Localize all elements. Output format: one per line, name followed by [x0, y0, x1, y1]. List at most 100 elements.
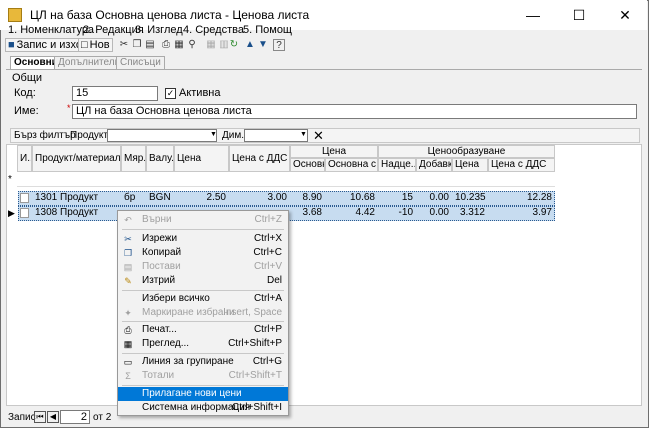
clear-filter-icon[interactable]: ✕ — [313, 128, 324, 144]
maximize-icon[interactable]: ☐ — [556, 0, 602, 30]
required-marker-icon: * — [67, 103, 71, 113]
menu-item-mark-selected[interactable]: ✦ Маркиране избрани Insert, Space — [118, 306, 288, 320]
copy-icon: ❐ — [123, 248, 133, 258]
col-header-idx[interactable]: И... — [17, 145, 32, 172]
col-header-markup[interactable]: Надце... — [378, 158, 416, 172]
menu-item-view[interactable]: 3. Изглед — [135, 24, 183, 36]
menu-item-group-line[interactable]: ▭ Линия за групиране Ctrl+G — [118, 355, 288, 369]
col-header-product[interactable]: Продукт/материал — [32, 145, 121, 172]
active-label: Активна — [179, 87, 221, 99]
section-general: Общи — [12, 72, 43, 84]
print-icon: ⎙ — [124, 325, 132, 335]
new-row-marker: * — [8, 174, 12, 185]
window-title: ЦЛ на база Основна ценова листа - Ценова… — [30, 8, 310, 22]
col-header-price[interactable]: Цена — [174, 145, 229, 172]
copy-icon[interactable]: ❐ — [131, 39, 143, 51]
cut-icon: ✂ — [124, 234, 132, 244]
menu-item-tools[interactable]: 4. Средства — [183, 24, 244, 36]
quick-filter-label: Бърз филтър — [14, 130, 76, 141]
save-icon: ■ — [8, 39, 15, 51]
col-header-base-vat[interactable]: Основна с ... — [325, 158, 378, 172]
preview-icon: ▦ — [123, 339, 133, 349]
menu-item-print[interactable]: ⎙ Печат... Ctrl+P — [118, 323, 288, 337]
product-filter-input[interactable] — [107, 129, 217, 142]
menu-item-paste[interactable]: ▤ Постави Ctrl+V — [118, 260, 288, 274]
page-input[interactable]: 2 — [60, 410, 90, 424]
sigma-icon: Σ — [125, 371, 131, 381]
paste-icon[interactable]: ▤ — [144, 39, 156, 51]
search-icon[interactable]: ⚲ — [186, 39, 198, 51]
menu-item-preview[interactable]: ▦ Преглед... Ctrl+Shift+P — [118, 337, 288, 351]
col-header-price-vat[interactable]: Цена с ДДС — [229, 145, 290, 172]
menu-item-copy[interactable]: ❐ Копирай Ctrl+C — [118, 246, 288, 260]
cell-p-vat: 12.28 — [526, 192, 552, 203]
group-line-icon: ▭ — [123, 357, 133, 367]
col-group-price: Цена — [290, 145, 378, 158]
cell-addition: 0.00 — [429, 192, 449, 203]
tab-lists[interactable]: Списъци — [116, 56, 165, 70]
name-label: Име: — [14, 105, 39, 117]
current-row-arrow-icon: ▶ — [8, 208, 15, 218]
close-icon[interactable]: ✕ — [602, 0, 648, 30]
cell-price-vat: 3.00 — [267, 192, 287, 203]
col-header-currency[interactable]: Валу... — [146, 145, 174, 172]
menu-item-nomenclature[interactable]: 1. Номенклатура — [8, 24, 94, 36]
first-record-icon[interactable]: ⏮ — [34, 411, 46, 423]
document-icon — [20, 193, 29, 203]
name-input[interactable]: ЦЛ на база Основна ценова листа — [72, 104, 637, 119]
arrow-down-icon[interactable]: ▼ — [257, 39, 269, 51]
new-row-divider — [17, 186, 555, 187]
menu-item-cut[interactable]: ✂ Изрежи Ctrl+X — [118, 232, 288, 246]
menu-item-select-all[interactable]: Избери всичко Ctrl+A — [118, 292, 288, 306]
col-header-base[interactable]: Основна — [290, 158, 325, 172]
app-icon — [8, 8, 22, 22]
cell-base-vat: 4.42 — [355, 207, 375, 218]
tab-divider — [6, 69, 642, 70]
cell-unit: бр — [124, 192, 136, 203]
arrow-up-icon[interactable]: ▲ — [244, 39, 256, 51]
col-header-p[interactable]: Цена — [452, 158, 488, 172]
grid-icon[interactable]: ▦ — [205, 39, 217, 51]
chevron-down-icon[interactable]: ▼ — [300, 131, 307, 138]
record-label: Запис — [8, 412, 36, 423]
active-checkbox[interactable]: ✓ — [165, 88, 176, 99]
menu-separator — [122, 290, 284, 291]
new-document-icon: □ — [81, 39, 88, 51]
cell-p-vat: 3.97 — [532, 207, 552, 218]
cell-p: 10.235 — [455, 192, 486, 203]
code-label: Код: — [14, 87, 36, 99]
col-header-p-vat[interactable]: Цена с ДДС — [488, 158, 555, 172]
dim-filter-label: Дим. — [222, 130, 245, 141]
minimize-icon[interactable]: — — [510, 0, 556, 30]
cell-currency: BGN — [149, 192, 171, 203]
dim-filter-input[interactable] — [244, 129, 308, 142]
help-icon[interactable]: ? — [273, 39, 285, 51]
col-header-unit[interactable]: Мяр... — [121, 145, 146, 172]
new-button[interactable]: □ Нов — [78, 38, 113, 52]
menu-item-delete[interactable]: ✎ Изтрий Del — [118, 274, 288, 288]
cell-addition: 0.00 — [429, 207, 449, 218]
menu-item-apply-new-prices[interactable]: Прилагане нови цени — [118, 387, 288, 401]
chevron-down-icon[interactable]: ▼ — [210, 131, 217, 138]
menu-item-totals[interactable]: Σ Тотали Ctrl+Shift+T — [118, 369, 288, 383]
code-input[interactable]: 15 — [72, 86, 158, 101]
cell-markup: -10 — [398, 207, 413, 218]
paste-icon: ▤ — [123, 262, 133, 272]
product-filter-label: Продукт: — [70, 130, 111, 141]
menu-item-help[interactable]: 5. Помощ — [243, 24, 292, 36]
preview-icon[interactable]: ▦ — [173, 39, 185, 51]
eraser-icon: ✎ — [124, 276, 132, 286]
cell-product: 1301 Продукт — [35, 192, 99, 203]
cell-base: 8.90 — [302, 192, 322, 203]
cut-icon[interactable]: ✂ — [118, 39, 130, 51]
menu-item-undo[interactable]: ↶ Върни Ctrl+Z — [118, 213, 288, 227]
menu-item-system-info[interactable]: Системна информация Ctrl+Shift+I — [118, 401, 288, 415]
prev-record-icon[interactable]: ◀ — [47, 411, 59, 423]
cell-markup: 15 — [401, 192, 413, 203]
col-group-pricing: Ценообразуване — [378, 145, 555, 158]
col-header-addition[interactable]: Добавка — [416, 158, 452, 172]
refresh-icon[interactable]: ↻ — [228, 39, 240, 51]
print-icon[interactable]: ⎙ — [160, 39, 172, 51]
menu-separator — [122, 385, 284, 386]
cell-price: 2.50 — [206, 192, 226, 203]
